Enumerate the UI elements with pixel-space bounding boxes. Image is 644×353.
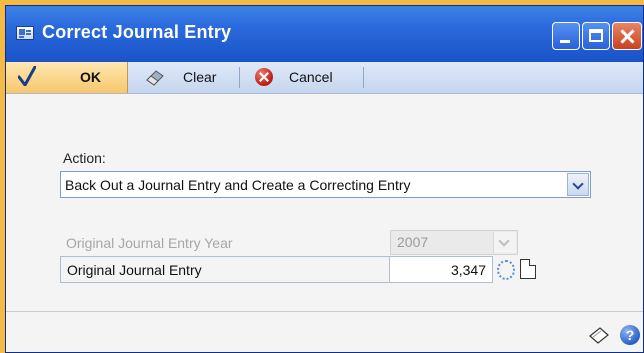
action-label: Action: bbox=[63, 150, 106, 166]
window-title: Correct Journal Entry bbox=[42, 22, 232, 42]
close-button[interactable] bbox=[612, 22, 642, 50]
toolbar: OK Clear Cancel bbox=[6, 62, 643, 94]
footer-divider bbox=[6, 311, 643, 312]
chevron-down-icon bbox=[493, 232, 516, 253]
lookup-icon[interactable] bbox=[494, 257, 518, 282]
eraser-icon bbox=[146, 70, 164, 86]
journal-entry-value: 3,347 bbox=[450, 262, 486, 278]
maximize-button[interactable] bbox=[582, 22, 610, 50]
ok-button[interactable]: OK bbox=[6, 62, 128, 93]
cancel-label: Cancel bbox=[289, 69, 333, 85]
toolbar-separator bbox=[239, 67, 240, 88]
correct-journal-entry-window: Correct Journal Entry OK Clear Cancel Ac… bbox=[5, 5, 644, 353]
toolbar-separator bbox=[363, 67, 364, 88]
original-journal-entry-year-label: Original Journal Entry Year bbox=[66, 235, 233, 251]
clear-button[interactable]: Clear bbox=[132, 62, 236, 93]
original-journal-entry-year-dropdown: 2007 bbox=[390, 230, 518, 255]
note-icon[interactable] bbox=[588, 326, 610, 344]
chevron-down-icon[interactable] bbox=[567, 173, 589, 196]
action-dropdown[interactable]: Back Out a Journal Entry and Create a Co… bbox=[60, 171, 591, 198]
title-bar[interactable]: Correct Journal Entry bbox=[6, 6, 643, 62]
note-icon[interactable] bbox=[520, 259, 536, 279]
ok-label: OK bbox=[80, 69, 101, 85]
original-journal-entry-label-cell: Original Journal Entry bbox=[60, 256, 390, 283]
window-icon bbox=[16, 26, 34, 40]
cancel-icon bbox=[255, 68, 273, 86]
minimize-button[interactable] bbox=[552, 22, 580, 50]
checkmark-icon bbox=[18, 66, 36, 86]
clear-label: Clear bbox=[183, 69, 217, 85]
year-value: 2007 bbox=[397, 234, 429, 250]
original-journal-entry-label: Original Journal Entry bbox=[67, 262, 202, 278]
action-selected-value: Back Out a Journal Entry and Create a Co… bbox=[65, 177, 411, 193]
cancel-button[interactable]: Cancel bbox=[242, 62, 362, 93]
help-icon[interactable]: ? bbox=[620, 325, 640, 345]
original-journal-entry-field[interactable]: 3,347 bbox=[390, 256, 493, 283]
